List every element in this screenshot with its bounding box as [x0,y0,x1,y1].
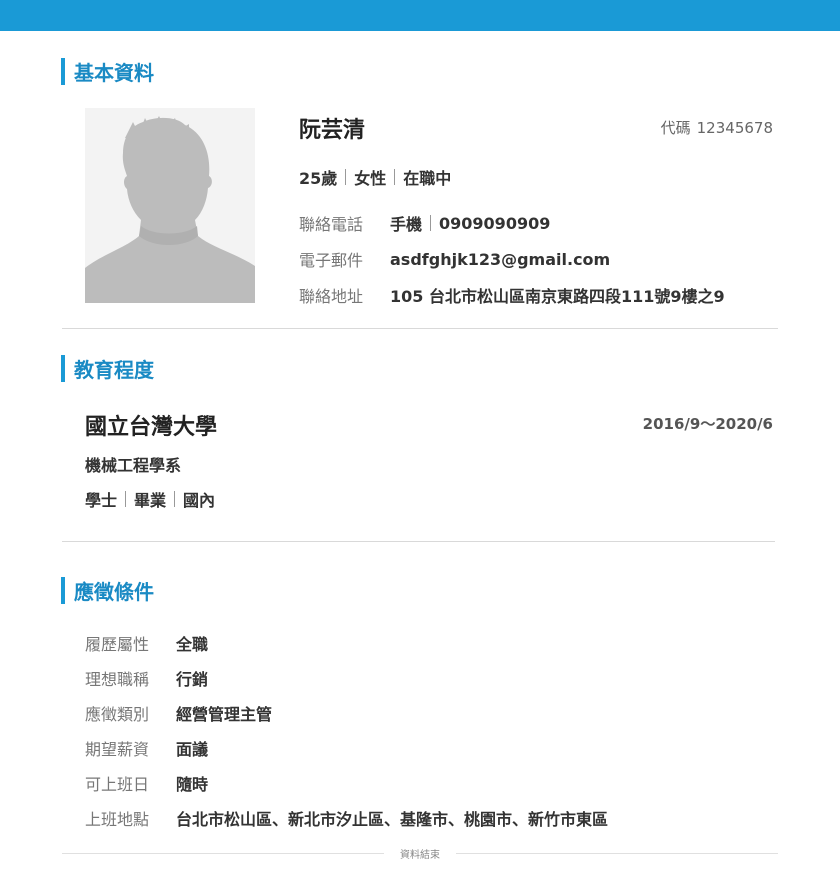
separator [125,491,127,507]
phone-value-group: 手機 0909090909 [390,211,550,235]
school-name: 國立台灣大學 [85,415,218,440]
separator [174,491,176,507]
condition-label: 應徵類別 [85,705,150,724]
condition-row: 履歷屬性 全職 [85,631,208,655]
phone-type: 手機 [390,215,423,234]
condition-row: 期望薪資 面議 [85,736,208,760]
email-value[interactable]: asdfghjk123@gmail.com [390,250,610,269]
end-line-right [456,852,778,854]
address-value: 105 台北市松山區南京東路四段111號9樓之9 [390,287,725,306]
condition-label: 理想職稱 [85,670,150,689]
section-title-conditions: 應徵條件 [61,577,154,604]
education-period: 2016/9～2020/6 [642,415,773,433]
code-value: 12345678 [696,119,773,137]
candidate-code: 代碼 12345678 [661,117,773,138]
condition-value: 隨時 [176,775,209,794]
section-divider [62,541,775,542]
condition-value: 經營管理主管 [176,705,273,724]
end-line-left [62,852,384,854]
section-title-text: 應徵條件 [74,580,154,604]
email-label: 電子郵件 [299,251,364,270]
condition-label: 上班地點 [85,810,150,829]
top-bar [0,0,840,31]
address-row: 聯絡地址 105 台北市松山區南京東路四段111號9樓之9 [299,283,725,307]
degree: 學士 [85,491,118,510]
condition-label: 可上班日 [85,775,150,794]
section-title-education: 教育程度 [61,355,154,382]
code-label: 代碼 [660,119,691,137]
end-of-data: 資料結束 [62,846,778,861]
condition-label: 期望薪資 [85,740,150,759]
person-silhouette-icon [85,108,255,303]
condition-row: 可上班日 隨時 [85,771,208,795]
separator [394,169,396,185]
condition-label: 履歷屬性 [85,635,150,654]
candidate-meta: 25歲 女性 在職中 [299,165,451,189]
section-accent-bar [61,355,65,382]
separator [345,169,347,185]
degree-info: 學士 畢業 國內 [85,487,215,511]
department: 機械工程學系 [85,456,182,475]
separator [430,215,432,231]
end-text: 資料結束 [400,849,440,861]
avatar [85,108,255,303]
email-row: 電子郵件 asdfghjk123@gmail.com [299,247,610,271]
section-title-text: 教育程度 [74,358,154,382]
section-accent-bar [61,577,65,604]
condition-value: 行銷 [176,670,209,689]
age: 25歲 [299,169,338,188]
school-region: 國內 [183,491,216,510]
phone-label: 聯絡電話 [299,215,364,234]
graduation-status: 畢業 [134,491,167,510]
candidate-name: 阮芸清 [299,118,366,143]
section-title-text: 基本資料 [74,61,154,85]
condition-value: 台北市松山區、新北市汐止區、基隆市、桃園市、新竹市東區 [176,810,609,829]
condition-value: 面議 [176,740,209,759]
section-divider [62,328,778,329]
section-accent-bar [61,58,65,85]
condition-row: 上班地點 台北市松山區、新北市汐止區、基隆市、桃園市、新竹市東區 [85,806,608,830]
phone-value[interactable]: 0909090909 [439,214,550,233]
employment-status: 在職中 [403,169,452,188]
condition-row: 應徵類別 經營管理主管 [85,701,272,725]
phone-row: 聯絡電話 手機 0909090909 [299,211,550,235]
address-label: 聯絡地址 [299,287,364,306]
section-title-basic: 基本資料 [61,58,154,85]
condition-value: 全職 [176,635,209,654]
gender: 女性 [354,169,387,188]
condition-row: 理想職稱 行銷 [85,666,208,690]
